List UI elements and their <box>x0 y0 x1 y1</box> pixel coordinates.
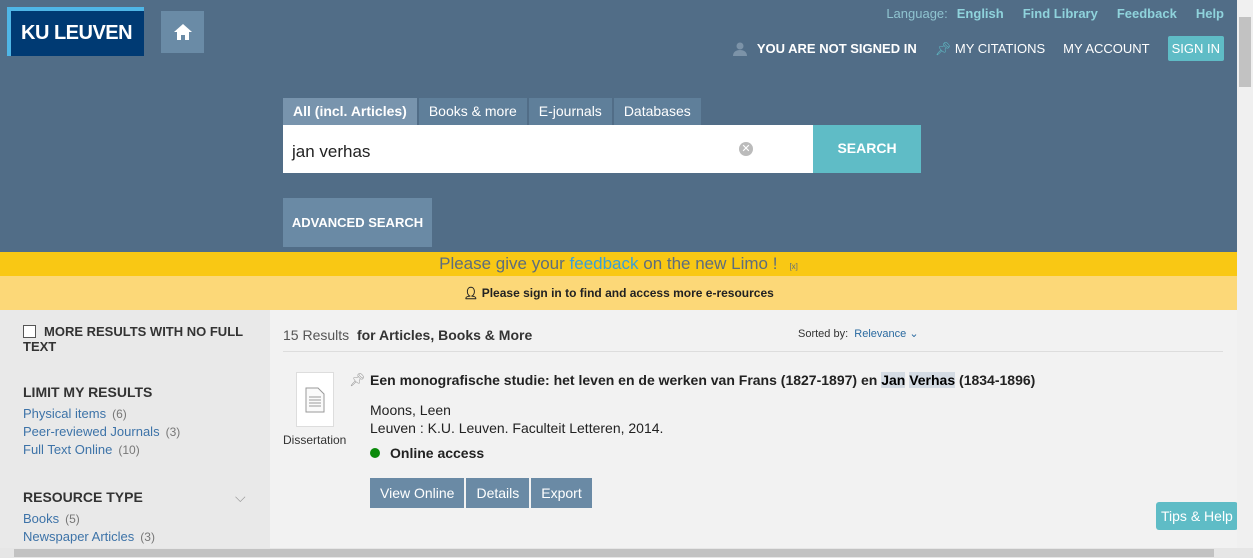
search-input[interactable]: jan verhas ✕ <box>283 125 813 173</box>
filter-label: Newspaper Articles <box>23 529 135 544</box>
title-text-end: (1834-1896) <box>955 372 1036 388</box>
filter-label: Physical items <box>23 406 107 421</box>
home-button[interactable] <box>161 11 204 53</box>
signin-notice: 👤︎ Please sign in to find and access mor… <box>0 276 1237 310</box>
chevron-down-icon[interactable]: ⌵ <box>235 489 246 506</box>
no-full-text-checkbox[interactable]: MORE RESULTS WITH NO FULL TEXT <box>23 324 247 354</box>
details-button[interactable]: Details <box>466 478 530 508</box>
header: KU LEUVEN Language: English Find Library… <box>0 0 1237 252</box>
feedback-link[interactable]: Feedback <box>1117 6 1177 21</box>
filter-label: Books <box>23 511 60 526</box>
my-account-link[interactable]: MY ACCOUNT <box>1063 41 1149 56</box>
export-button[interactable]: Export <box>531 478 592 508</box>
count-value: 15 Results <box>283 327 350 343</box>
sort-select[interactable]: Sorted by: Relevance ⌄ <box>798 327 919 340</box>
publisher: Leuven : K.U. Leuven. Faculteit Letteren… <box>370 420 664 436</box>
pin-icon[interactable]: 📌︎ <box>349 372 366 388</box>
resource-type-label: Dissertation <box>283 433 347 447</box>
sign-in-button[interactable]: SIGN IN <box>1167 36 1224 61</box>
filter-count: (6) <box>112 407 127 421</box>
resource-type-title[interactable]: RESOURCE TYPE ⌵ <box>23 489 247 505</box>
feedback-banner-link[interactable]: feedback <box>570 254 639 273</box>
my-citations-link[interactable]: 📌︎ MY CITATIONS <box>935 41 1045 57</box>
result-title[interactable]: Een monografische studie: het leven en d… <box>370 372 1035 388</box>
horizontal-scrollbar[interactable] <box>0 548 1253 558</box>
highlight: Jan <box>881 372 906 388</box>
sidebar: MORE RESULTS WITH NO FULL TEXT LIMIT MY … <box>0 310 270 550</box>
banner-text: Please give your <box>439 254 570 273</box>
not-signed-in-label: YOU ARE NOT SIGNED IN <box>756 41 917 56</box>
result-count: 15 Results for Articles, Books & More <box>283 327 532 343</box>
resource-type-label: RESOURCE TYPE <box>23 489 143 505</box>
signin-notice-text: Please sign in to find and access more e… <box>481 286 774 300</box>
filter-label: Peer-reviewed Journals <box>23 424 160 439</box>
close-banner-button[interactable]: [x] <box>789 262 797 271</box>
filter-label: Full Text Online <box>23 442 113 457</box>
document-icon <box>296 372 334 427</box>
advanced-search-button[interactable]: ADVANCED SEARCH <box>283 198 432 247</box>
feedback-banner: Please give your feedback on the new Lim… <box>0 252 1237 276</box>
search-button[interactable]: SEARCH <box>813 125 921 173</box>
availability-status[interactable]: Online access <box>370 445 484 461</box>
sort-value: Relevance <box>854 328 907 340</box>
filter-books[interactable]: Books (5) <box>23 510 247 528</box>
language-label: Language: <box>886 6 948 21</box>
filter-physical[interactable]: Physical items (6) <box>23 405 247 423</box>
checkbox-label: MORE RESULTS WITH NO FULL TEXT <box>23 324 243 354</box>
clear-icon[interactable]: ✕ <box>739 142 753 156</box>
banner-text-end: on the new Limo ! <box>638 254 778 273</box>
filter-full-text[interactable]: Full Text Online (10) <box>23 441 247 459</box>
filter-peer-reviewed[interactable]: Peer-reviewed Journals (3) <box>23 423 247 441</box>
home-icon <box>173 24 192 40</box>
vertical-scrollbar[interactable] <box>1237 0 1253 548</box>
pin-icon: 📌︎ <box>934 40 952 56</box>
count-scope: for Articles, Books & More <box>356 327 533 343</box>
title-text: Een monografische studie: het leven en d… <box>370 372 882 388</box>
author: Moons, Leen <box>370 402 451 418</box>
scrollbar-thumb[interactable] <box>1239 17 1251 87</box>
limit-title: LIMIT MY RESULTS <box>23 384 153 400</box>
tab-all[interactable]: All (incl. Articles) <box>283 98 417 125</box>
ku-leuven-logo[interactable]: KU LEUVEN <box>7 7 144 56</box>
tab-ejournals[interactable]: E-journals <box>528 98 612 125</box>
tips-help-button[interactable]: Tips & Help <box>1156 502 1238 530</box>
checkbox[interactable] <box>23 325 36 338</box>
my-citations-label: MY CITATIONS <box>954 40 1046 56</box>
help-link[interactable]: Help <box>1196 6 1224 21</box>
filter-newspaper[interactable]: Newspaper Articles (3) <box>23 528 247 546</box>
scrollbar-thumb[interactable] <box>14 549 1214 557</box>
view-online-button[interactable]: View Online <box>370 478 465 508</box>
tab-books[interactable]: Books & more <box>418 98 527 125</box>
chevron-down-icon: ⌄ <box>909 328 919 340</box>
availability-label: Online access <box>390 445 485 461</box>
search-query: jan verhas <box>292 142 371 161</box>
filter-count: (3) <box>140 530 155 544</box>
user-icon: 👤︎ <box>463 286 479 300</box>
find-library-link[interactable]: Find Library <box>1023 6 1098 21</box>
highlight: Verhas <box>909 372 956 388</box>
filter-count: (5) <box>65 512 80 526</box>
user-icon <box>732 42 747 56</box>
filter-count: (10) <box>118 443 140 457</box>
status-dot-icon <box>370 448 380 458</box>
filter-count: (3) <box>165 425 181 439</box>
divider <box>283 351 1223 352</box>
language-link[interactable]: English <box>957 6 1004 21</box>
sort-label: Sorted by: <box>798 328 849 340</box>
tab-databases[interactable]: Databases <box>613 98 701 125</box>
